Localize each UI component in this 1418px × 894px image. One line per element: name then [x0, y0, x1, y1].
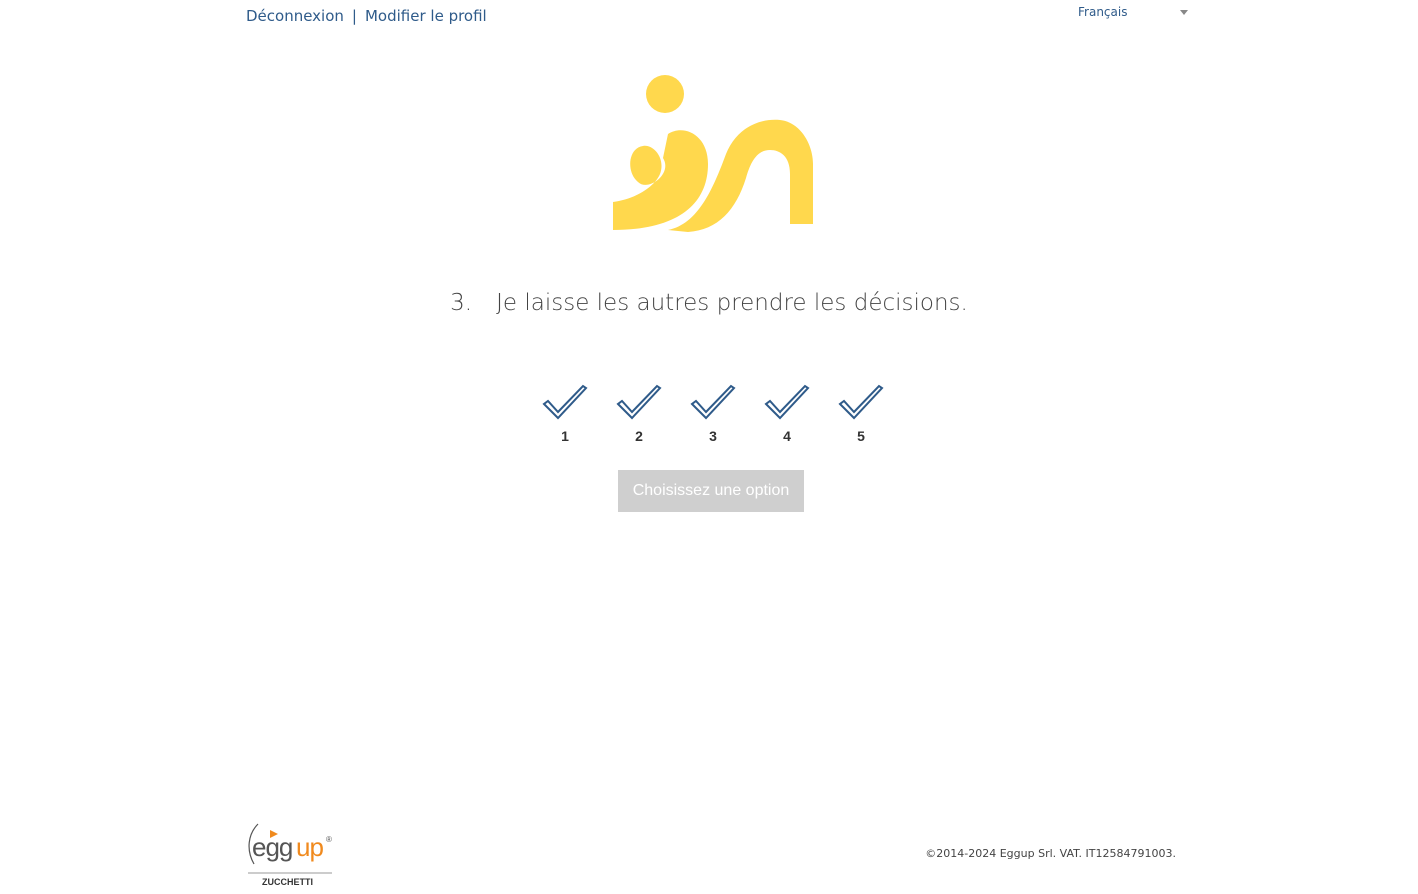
- svg-text:®: ®: [326, 835, 332, 844]
- rating-option-5[interactable]: 5: [824, 384, 898, 444]
- logout-link[interactable]: Déconnexion: [246, 7, 344, 25]
- rating-option-3[interactable]: 3: [676, 384, 750, 444]
- rating-label: 3: [709, 428, 717, 444]
- language-select[interactable]: Français: [1078, 5, 1190, 19]
- chevron-down-icon: [1180, 9, 1188, 15]
- app-logo: [613, 75, 813, 232]
- question-text: Je laisse les autres prendre les décisio…: [496, 290, 968, 316]
- rating-option-2[interactable]: 2: [602, 384, 676, 444]
- rating-label: 2: [635, 428, 643, 444]
- rating-label: 4: [783, 428, 791, 444]
- copyright: ©2014-2024 Eggup Srl. VAT. IT12584791003…: [925, 847, 1176, 860]
- checkmark-icon: [616, 384, 662, 420]
- rating-label: 1: [561, 428, 569, 444]
- eggup-logo: egg up ® ZUCCHETTI: [248, 823, 332, 887]
- checkmark-icon: [764, 384, 810, 420]
- question-number: 3.: [450, 290, 473, 316]
- submit-button[interactable]: Choisissez une option: [618, 470, 804, 512]
- checkmark-icon: [838, 384, 884, 420]
- question: 3. Je laisse les autres prendre les décis…: [0, 290, 1418, 316]
- rating-options: 1 2 3 4 5: [528, 384, 898, 444]
- top-nav: Déconnexion | Modifier le profil: [246, 7, 487, 25]
- nav-separator: |: [351, 7, 357, 25]
- language-selected: Français: [1078, 5, 1128, 19]
- svg-text:ZUCCHETTI: ZUCCHETTI: [262, 877, 313, 887]
- svg-text:up: up: [296, 832, 323, 862]
- rating-label: 5: [857, 428, 865, 444]
- edit-profile-link[interactable]: Modifier le profil: [365, 7, 487, 25]
- checkmark-icon: [690, 384, 736, 420]
- rating-option-1[interactable]: 1: [528, 384, 602, 444]
- rating-option-4[interactable]: 4: [750, 384, 824, 444]
- checkmark-icon: [542, 384, 588, 420]
- svg-text:egg: egg: [252, 832, 292, 862]
